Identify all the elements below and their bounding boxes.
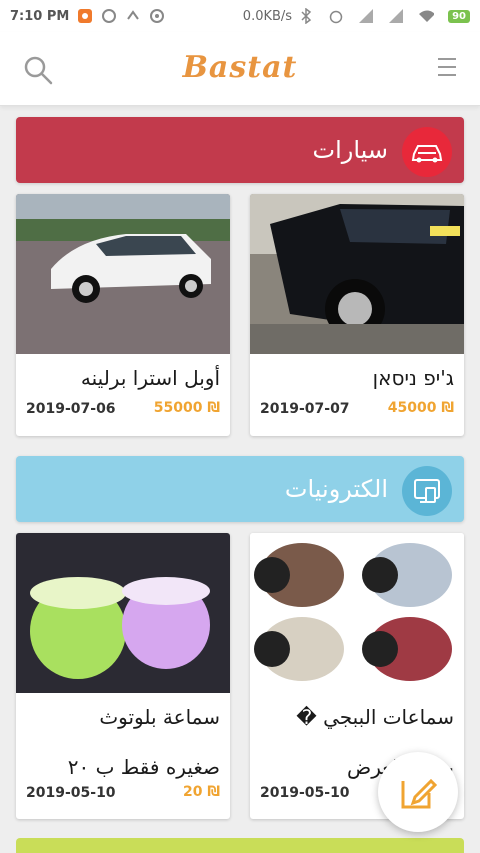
status-time: 7:10 PM bbox=[10, 8, 70, 24]
settings-notification-icon bbox=[101, 8, 117, 24]
status-right: 0.0KB/s 90 bbox=[243, 8, 470, 24]
category-label: سيارات bbox=[312, 136, 388, 164]
network-speed: 0.0KB/s bbox=[242, 8, 293, 24]
listing-title: سماعة بلوتوث bbox=[99, 705, 220, 729]
car-icon bbox=[402, 127, 452, 177]
status-bar: 7:10 PM 0.0KB/s 90 bbox=[0, 0, 480, 32]
alarm-icon bbox=[328, 8, 344, 24]
edit-icon bbox=[401, 778, 438, 809]
listing-price: 20 ₪ bbox=[182, 784, 220, 800]
listing-price: 55000 ₪ bbox=[153, 400, 220, 416]
category-header-electronics[interactable]: الكترونيات bbox=[16, 456, 464, 522]
content-feed[interactable]: سيارات ג'יפ ניסאן 45000 ₪ 2019-07-07 أوب… bbox=[0, 106, 480, 853]
listing-date: 2019-07-07 bbox=[260, 401, 350, 417]
listing-image bbox=[16, 194, 230, 354]
sync-icon bbox=[149, 8, 165, 24]
signal-icon-2 bbox=[388, 8, 404, 24]
category-header-next[interactable] bbox=[16, 838, 464, 853]
listing-card[interactable]: سماعة بلوتوث صغيره فقط ب ٢٠ 20 ₪ 2019-05… bbox=[16, 533, 230, 819]
signal-icon bbox=[358, 8, 374, 24]
app-logo: Bastat bbox=[182, 50, 298, 85]
listing-card[interactable]: ג'יפ ניסאן 45000 ₪ 2019-07-07 bbox=[250, 194, 464, 436]
hamburger-menu-icon bbox=[438, 58, 456, 60]
listing-date: 2019-05-10 bbox=[26, 785, 116, 801]
listing-price: 45000 ₪ bbox=[387, 400, 454, 416]
listing-title: أوبل استرا برلينه bbox=[80, 366, 220, 390]
usb-icon bbox=[125, 8, 141, 24]
listing-title: سماعات الببجي � bbox=[296, 705, 454, 729]
listing-title-line2: صغيره فقط ب ٢٠ bbox=[67, 755, 220, 779]
search-button[interactable] bbox=[22, 54, 54, 86]
app-bar: Bastat bbox=[0, 32, 480, 106]
category-header-cars[interactable]: سيارات bbox=[16, 117, 464, 183]
add-listing-button[interactable] bbox=[378, 752, 458, 832]
category-label: الكترونيات bbox=[284, 475, 388, 503]
listing-image bbox=[250, 194, 464, 354]
bluetooth-icon bbox=[298, 8, 314, 24]
electronics-icon bbox=[402, 466, 452, 516]
listing-image bbox=[16, 533, 230, 693]
listing-image bbox=[250, 533, 464, 693]
battery-indicator: 90 bbox=[448, 9, 470, 23]
search-icon bbox=[24, 56, 53, 85]
listing-title: ג'יפ ניסאן bbox=[372, 366, 454, 390]
listing-date: 2019-07-06 bbox=[26, 401, 116, 417]
listing-card[interactable]: أوبل استرا برلينه 55000 ₪ 2019-07-06 bbox=[16, 194, 230, 436]
app-notification-icon bbox=[77, 8, 93, 24]
menu-button[interactable] bbox=[434, 58, 456, 82]
wifi-icon bbox=[418, 8, 435, 24]
listing-date: 2019-05-10 bbox=[260, 785, 350, 801]
